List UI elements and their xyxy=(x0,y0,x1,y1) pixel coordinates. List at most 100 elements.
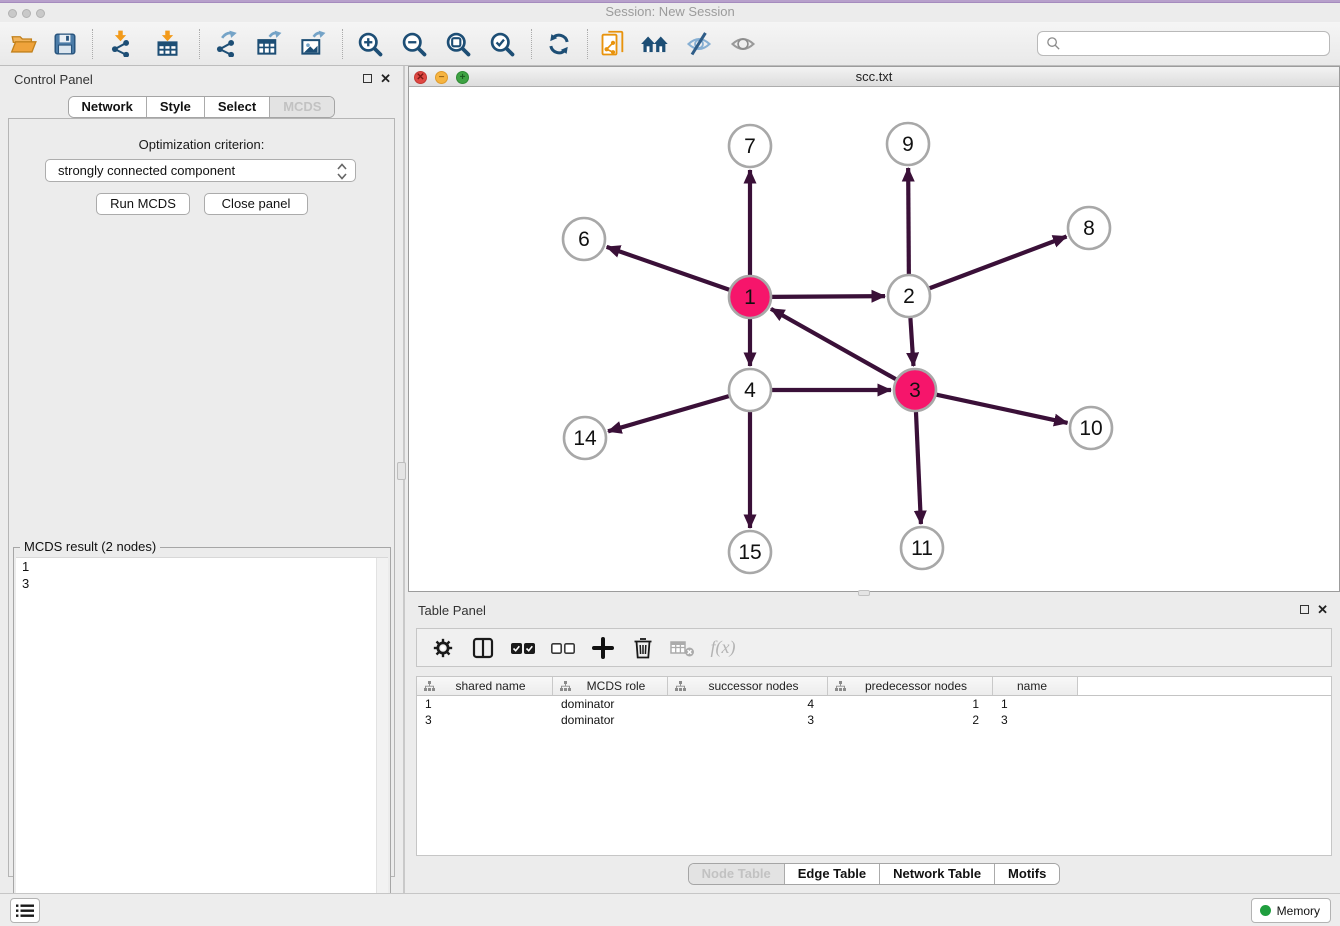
deselect-all-icon[interactable] xyxy=(549,635,577,661)
edge-1-6[interactable] xyxy=(607,247,730,290)
table-settings-gear-icon[interactable] xyxy=(429,635,457,661)
network-window-titlebar[interactable]: scc.txt ✕ − + xyxy=(409,67,1339,87)
show-columns-icon[interactable] xyxy=(469,635,497,661)
toolbar-separator xyxy=(199,29,200,59)
graph-node-10[interactable]: 10 xyxy=(1070,407,1112,449)
edge-2-3[interactable] xyxy=(910,318,913,366)
toolbar-separator xyxy=(342,29,343,59)
task-history-button[interactable] xyxy=(10,898,40,923)
svg-text:10: 10 xyxy=(1079,417,1102,440)
column-header-shared-name[interactable]: shared name xyxy=(417,677,553,695)
status-bar: Memory xyxy=(0,893,1340,926)
edge-4-14[interactable] xyxy=(608,396,729,431)
optimization-criterion-label: Optimization criterion: xyxy=(9,137,394,152)
svg-text:1: 1 xyxy=(744,286,756,309)
open-session-icon[interactable] xyxy=(8,29,38,59)
graph-node-6[interactable]: 6 xyxy=(563,218,605,260)
memory-button[interactable]: Memory xyxy=(1251,898,1331,923)
network-close-button[interactable]: ✕ xyxy=(414,71,427,84)
horizontal-splitter-handle[interactable] xyxy=(858,590,870,596)
svg-text:15: 15 xyxy=(738,541,761,564)
control-panel-float-icon[interactable] xyxy=(363,74,372,83)
column-header-predecessor-nodes[interactable]: predecessor nodes xyxy=(828,677,993,695)
edge-2-8[interactable] xyxy=(930,236,1067,288)
network-minimize-button[interactable]: − xyxy=(435,71,448,84)
graph-node-4[interactable]: 4 xyxy=(729,369,771,411)
table-row[interactable]: 1dominator411 xyxy=(417,696,1331,712)
result-scrollbar[interactable] xyxy=(376,558,388,925)
network-maximize-button[interactable]: + xyxy=(456,71,469,84)
save-session-icon[interactable] xyxy=(50,29,80,59)
network-window-title: scc.txt xyxy=(409,69,1339,84)
search-input[interactable] xyxy=(1061,33,1329,54)
control-panel-close-icon[interactable]: ✕ xyxy=(380,73,391,84)
table-row[interactable]: 3dominator323 xyxy=(417,712,1331,728)
edge-3-1[interactable] xyxy=(771,309,896,379)
create-column-icon[interactable] xyxy=(589,635,617,661)
network-canvas[interactable]: 1 2 3 4 6 7 8 9 10 11 14 15 xyxy=(409,87,1339,591)
tab-network[interactable]: Network xyxy=(69,97,147,117)
toolbar-search-field[interactable] xyxy=(1037,31,1330,56)
mcds-result-list[interactable]: 13 xyxy=(16,557,388,925)
graph-node-7[interactable]: 7 xyxy=(729,125,771,167)
zoom-fit-icon[interactable] xyxy=(443,29,473,59)
zoom-in-icon[interactable] xyxy=(355,29,385,59)
vertical-splitter-handle[interactable] xyxy=(397,462,406,480)
table-panel-title: Table Panel xyxy=(418,603,486,618)
delete-table-icon-disabled xyxy=(669,635,697,661)
run-mcds-button[interactable]: Run MCDS xyxy=(96,193,190,215)
control-panel: Control Panel ✕ NetworkStyleSelectMCDS O… xyxy=(0,66,403,893)
tab-motifs[interactable]: Motifs xyxy=(995,864,1059,884)
mcds-result-title: MCDS result (2 nodes) xyxy=(20,539,160,554)
table-panel-close-icon[interactable]: ✕ xyxy=(1317,604,1328,615)
toolbar-separator xyxy=(587,29,588,59)
memory-label: Memory xyxy=(1277,904,1320,918)
svg-text:6: 6 xyxy=(578,228,590,251)
window-titlebar: Session: New Session xyxy=(0,0,1340,22)
edge-3-11[interactable] xyxy=(916,412,921,524)
tab-edge-table[interactable]: Edge Table xyxy=(785,864,880,884)
graph-node-1[interactable]: 1 xyxy=(729,276,771,318)
graph-node-14[interactable]: 14 xyxy=(564,417,606,459)
first-neighbors-icon[interactable] xyxy=(640,29,670,59)
mcds-result-line: 3 xyxy=(16,575,388,592)
tab-select[interactable]: Select xyxy=(205,97,270,117)
graph-node-9[interactable]: 9 xyxy=(887,123,929,165)
tab-style[interactable]: Style xyxy=(147,97,205,117)
export-network-icon[interactable] xyxy=(210,29,240,59)
show-all-icon xyxy=(728,29,758,59)
export-table-icon[interactable] xyxy=(253,29,283,59)
graph-node-2[interactable]: 2 xyxy=(888,275,930,317)
select-all-icon[interactable] xyxy=(509,635,537,661)
hide-selected-icon[interactable] xyxy=(684,29,714,59)
new-network-from-selection-icon[interactable] xyxy=(598,29,628,59)
column-header-name[interactable]: name xyxy=(993,677,1078,695)
tab-mcds[interactable]: MCDS xyxy=(270,97,334,117)
close-panel-button[interactable]: Close panel xyxy=(204,193,308,215)
criterion-dropdown-value: strongly connected component xyxy=(58,163,235,178)
import-table-icon[interactable] xyxy=(152,29,182,59)
tab-network-table[interactable]: Network Table xyxy=(880,864,995,884)
graph-node-8[interactable]: 8 xyxy=(1068,207,1110,249)
graph-node-3[interactable]: 3 xyxy=(894,369,936,411)
import-network-icon[interactable] xyxy=(105,29,135,59)
edge-2-9[interactable] xyxy=(908,168,909,274)
table-panel-float-icon[interactable] xyxy=(1300,605,1309,614)
svg-text:7: 7 xyxy=(744,135,756,158)
export-image-icon[interactable] xyxy=(297,29,327,59)
criterion-dropdown[interactable]: strongly connected component xyxy=(45,159,356,182)
list-icon xyxy=(16,904,34,918)
table-toolbar: f(x) xyxy=(416,628,1332,667)
zoom-selected-icon[interactable] xyxy=(487,29,517,59)
delete-column-trash-icon[interactable] xyxy=(629,635,657,661)
graph-node-15[interactable]: 15 xyxy=(729,531,771,573)
table-panel: Table Panel ✕ xyxy=(408,597,1340,893)
zoom-out-icon[interactable] xyxy=(399,29,429,59)
column-header-successor-nodes[interactable]: successor nodes xyxy=(668,677,828,695)
refresh-layout-icon[interactable] xyxy=(544,29,574,59)
edge-1-2[interactable] xyxy=(772,296,885,297)
column-header-MCDS-role[interactable]: MCDS role xyxy=(553,677,668,695)
edge-3-10[interactable] xyxy=(937,395,1068,423)
tab-node-table[interactable]: Node Table xyxy=(689,864,785,884)
graph-node-11[interactable]: 11 xyxy=(901,527,943,569)
